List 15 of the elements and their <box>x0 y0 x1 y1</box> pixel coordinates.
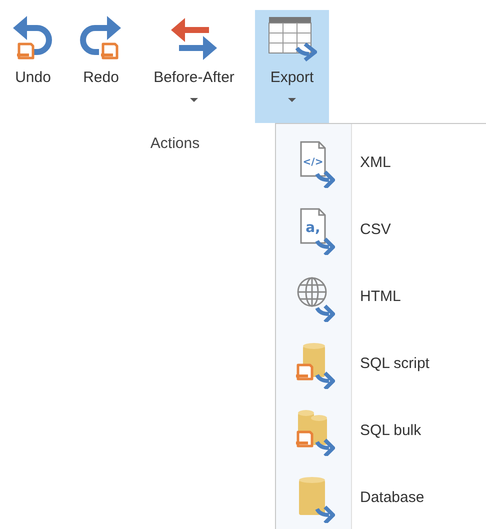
menu-item[interactable]: a, CSV <box>276 197 486 264</box>
menu-item[interactable]: SQL bulk <box>276 398 486 465</box>
database-script-export-icon <box>295 340 335 388</box>
menu-item[interactable]: SQL script <box>276 331 486 398</box>
menu-item[interactable]: HTML <box>276 264 486 331</box>
ribbon-button[interactable]: Export <box>255 10 329 123</box>
ribbon-button[interactable]: Redo <box>68 10 134 123</box>
table-export-icon <box>267 14 317 62</box>
ribbon-button[interactable]: Before-After <box>138 10 250 123</box>
ribbon-button[interactable]: Undo <box>2 10 64 123</box>
menu-item[interactable]: </> XML <box>276 130 486 197</box>
undo-icon <box>11 14 55 62</box>
menu-item[interactable]: Database <box>276 465 486 529</box>
databases-script-export-icon <box>295 408 335 456</box>
group-label: Actions <box>150 134 200 154</box>
